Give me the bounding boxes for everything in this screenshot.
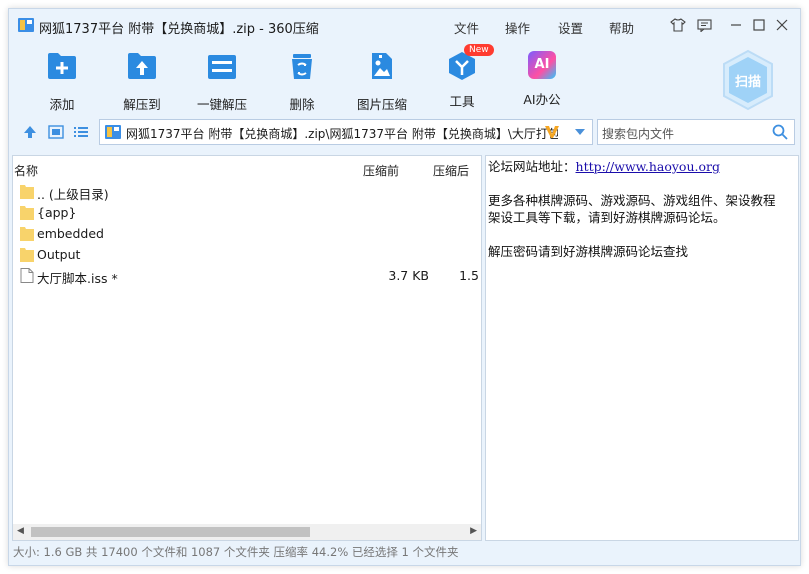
menu-operate[interactable]: 操作 [505,18,530,37]
file-name: embedded [37,226,104,241]
tools-button[interactable]: New 工具 [422,44,502,110]
one-click-extract-icon [208,55,236,79]
scan-label: 扫描 [734,75,761,90]
menu-file[interactable]: 文件 [454,18,479,37]
skin-icon[interactable] [669,16,687,34]
minimize-icon[interactable] [727,16,745,34]
image-compress-button[interactable]: 图片压缩 [342,51,422,113]
file-row-output[interactable]: Output [13,244,481,265]
one-click-extract-button[interactable]: 一键解压 [182,51,262,113]
file-row-embedded[interactable]: embedded [13,223,481,244]
file-name: .. (上级目录) [37,187,109,202]
title-bar: 网狐1737平台 附带【兑换商城】.zip - 360压缩 文件 操作 设置 帮… [9,9,800,41]
search-icon[interactable] [772,124,788,140]
ai-office-label: AI办公 [523,92,561,107]
extract-to-label: 解压到 [123,97,161,112]
chevron-down-icon[interactable] [574,127,586,137]
file-name: 大厅脚本.iss * [37,271,118,286]
scroll-right-icon[interactable]: ▶ [470,526,477,536]
comment-pane: 论坛网站地址：http://www.haoyou.org 更多各种棋牌源码、游戏… [485,155,799,541]
window-title: 网狐1737平台 附带【兑换商城】.zip - 360压缩 [39,22,319,37]
delete-label: 删除 [289,97,315,112]
file-name: Output [37,247,81,262]
list-view-icon[interactable] [73,124,89,140]
comment-line3: 架设工具等下载，请到好游棋牌源码论坛。 [488,210,726,225]
toolbar: 添加 解压到 一键解压 删除 图片压缩 New 工具 AI AI办公 扫描 [9,44,800,119]
add-button[interactable]: 添加 [22,51,102,113]
extract-to-icon [128,53,156,79]
scroll-left-icon[interactable]: ◀ [17,526,24,536]
status-bar: 大小: 1.6 GB 共 17400 个文件和 1087 个文件夹 压缩率 44… [13,545,459,559]
add-label: 添加 [49,97,75,112]
column-header-size-before[interactable]: 压缩前 [363,162,399,179]
archive-app-icon [18,18,34,32]
file-row-app[interactable]: {app} [13,202,481,223]
new-badge: New [464,44,494,56]
archive-comment: 论坛网站地址：http://www.haoyou.org 更多各种棋牌源码、游戏… [488,158,776,260]
search-box[interactable]: 搜索包内文件 [597,119,795,145]
folder-icon [20,248,34,262]
up-arrow-icon[interactable] [22,124,38,140]
search-input[interactable]: 搜索包内文件 [602,125,674,142]
column-header-size-after[interactable]: 压缩后 [433,162,469,179]
thumbnail-view-icon[interactable] [48,124,64,140]
extract-to-button[interactable]: 解压到 [102,51,182,113]
comment-line2: 更多各种棋牌源码、游戏源码、游戏组件、架设教程 [488,193,776,208]
image-compress-label: 图片压缩 [356,97,407,112]
maximize-icon[interactable] [750,16,768,34]
close-icon[interactable] [773,16,791,34]
comment-line4: 解压密码请到好游棋牌源码论坛查找 [488,244,689,259]
document-icon [20,268,34,283]
scrollbar-thumb[interactable] [31,527,310,537]
one-click-extract-label: 一键解压 [196,97,247,112]
vip-icon[interactable] [544,125,560,139]
tools-icon-wrap: New [446,44,494,81]
menu-settings[interactable]: 设置 [558,18,583,37]
delete-button[interactable]: 删除 [262,51,342,113]
comment-line1-label: 论坛网站地址： [488,159,576,174]
file-name: {app} [37,205,77,220]
image-compress-icon [372,53,392,79]
trash-icon [292,54,312,79]
archive-icon [105,125,121,139]
forum-link[interactable]: http://www.haoyou.org [576,159,720,174]
app-window: 网狐1737平台 附带【兑换商城】.zip - 360压缩 文件 操作 设置 帮… [8,8,801,566]
column-header-name[interactable]: 名称 [14,162,38,179]
add-icon [48,53,76,79]
address-path: 网狐1737平台 附带【兑换商城】.zip\网狐1737平台 附带【兑换商城】\… [126,127,558,141]
ai-icon-text: AI [534,57,550,72]
folder-icon [20,206,34,220]
scan-button[interactable]: 扫描 [721,49,775,111]
feedback-icon[interactable] [695,16,713,34]
folder-icon [20,227,34,241]
file-row-parent[interactable]: .. (上级目录) [13,181,481,202]
ai-office-icon: AI [528,51,556,79]
tools-label: 工具 [449,94,475,109]
horizontal-scrollbar[interactable]: ◀ ▶ [13,524,481,540]
file-list-pane: 名称 压缩前 压缩后 .. (上级目录) {app} embedded Outp… [12,155,482,541]
file-row-iss[interactable]: 大厅脚本.iss * 3.7 KB 1.5 [13,265,481,286]
address-bar[interactable]: 网狐1737平台 附带【兑换商城】.zip\网狐1737平台 附带【兑换商城】\… [99,119,593,145]
file-compressed-size: 1.5 [459,268,479,283]
folder-icon [20,185,34,199]
ai-office-button[interactable]: AI AI办公 [502,51,582,108]
menu-help[interactable]: 帮助 [609,18,634,37]
file-size: 3.7 KB [388,268,429,283]
